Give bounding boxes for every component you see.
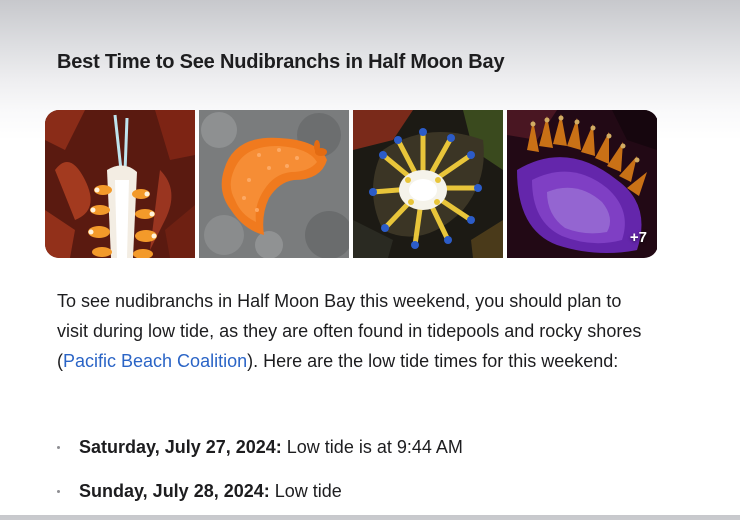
nudibranch-photo-orange-white <box>45 110 195 258</box>
tide-description: Low tide <box>269 481 342 501</box>
tide-date: Saturday, July 27, 2024: <box>79 437 282 457</box>
list-item: Saturday, July 27, 2024: Low tide is at … <box>57 432 463 462</box>
list-item: Sunday, July 28, 2024: Low tide <box>57 476 463 506</box>
nudibranch-photo-orange-sea-lemon <box>199 110 349 258</box>
gallery-image-2[interactable] <box>199 110 349 258</box>
tide-date: Sunday, July 28, 2024: <box>79 481 270 501</box>
image-gallery: +7 <box>45 110 658 258</box>
tide-description: Low tide is at 9:44 AM <box>281 437 463 457</box>
gallery-image-1[interactable] <box>45 110 195 258</box>
more-images-count[interactable]: +7 <box>630 229 647 246</box>
gallery-image-3[interactable] <box>353 110 503 258</box>
intro-paragraph: To see nudibranchs in Half Moon Bay this… <box>57 286 657 376</box>
nudibranch-photo-yellow-blue-tipped <box>353 110 503 258</box>
gallery-image-4[interactable]: +7 <box>507 110 657 258</box>
source-link-pacific-beach-coalition[interactable]: Pacific Beach Coalition <box>63 351 247 371</box>
intro-text-end: ). Here are the low tide times for this … <box>247 351 619 371</box>
bullet-icon <box>57 446 60 449</box>
bullet-icon <box>57 490 60 493</box>
tide-times-list: Saturday, July 27, 2024: Low tide is at … <box>57 432 463 520</box>
page-title: Best Time to See Nudibranchs in Half Moo… <box>57 51 505 73</box>
